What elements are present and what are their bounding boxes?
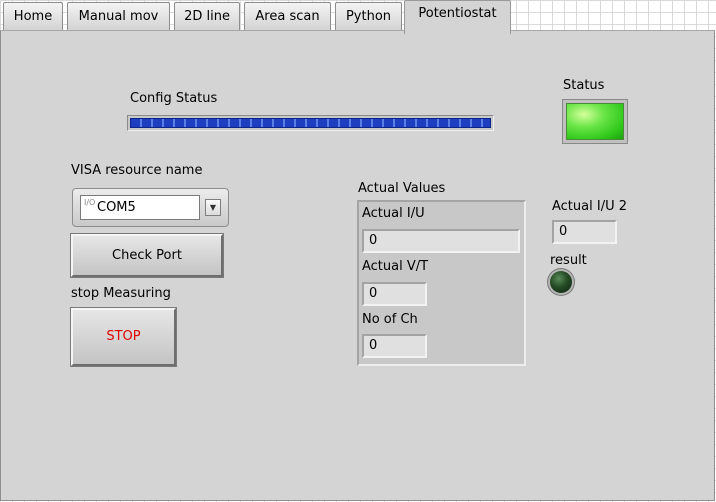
chevron-down-icon[interactable]: ▼ — [205, 199, 221, 216]
check-port-button[interactable]: Check Port — [70, 233, 224, 278]
io-icon: I/O — [84, 198, 96, 207]
no-of-ch-label: No of Ch — [362, 312, 418, 327]
stop-button[interactable]: STOP — [70, 307, 177, 367]
actual-iu2-indicator: 0 — [552, 220, 617, 244]
result-label: result — [550, 253, 587, 268]
visa-resource-field[interactable]: I/O COM5 — [80, 195, 200, 220]
visa-resource-label: VISA resource name — [71, 163, 203, 178]
actual-iu2-label: Actual I/U 2 — [552, 199, 627, 214]
actual-vt-label: Actual V/T — [362, 259, 429, 274]
status-label: Status — [563, 78, 605, 93]
progress-fill — [131, 119, 490, 127]
stop-button-label: STOP — [106, 329, 141, 344]
tab-bar: Home Manual mov 2D line Area scan Python… — [0, 0, 716, 34]
visa-resource-value: COM5 — [97, 200, 136, 215]
tab-potentiostat[interactable]: Potentiostat — [404, 0, 511, 34]
actual-vt-indicator: 0 — [362, 282, 427, 306]
tab-home[interactable]: Home — [3, 2, 63, 30]
actual-values-label: Actual Values — [358, 181, 446, 196]
config-status-progress-bar — [127, 115, 494, 131]
actual-iu-indicator: 0 — [362, 229, 520, 253]
tab-python[interactable]: Python — [335, 2, 402, 30]
status-led[interactable] — [562, 99, 628, 144]
no-of-ch-indicator: 0 — [362, 334, 427, 358]
tab-area-scan[interactable]: Area scan — [244, 2, 331, 30]
visa-resource-control[interactable]: I/O COM5 ▼ — [72, 188, 229, 227]
actual-iu-label: Actual I/U — [362, 206, 425, 221]
tab-manual-mov[interactable]: Manual mov — [67, 2, 170, 30]
status-led-light — [566, 103, 624, 140]
config-status-label: Config Status — [130, 91, 218, 106]
result-led[interactable] — [550, 271, 572, 293]
stop-measuring-label: stop Measuring — [71, 286, 171, 301]
tab-2d-line[interactable]: 2D line — [174, 2, 240, 30]
